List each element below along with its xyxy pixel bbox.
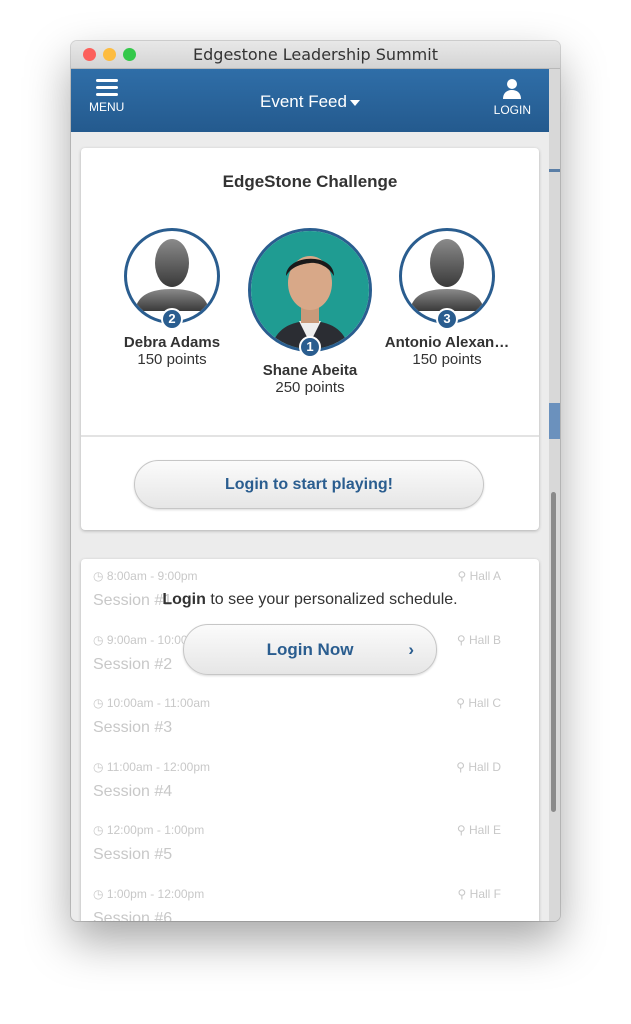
divider [81,435,539,437]
scrollbar[interactable] [551,492,556,812]
avatar: 1 [248,228,372,358]
login-now-label: Login Now [266,640,354,659]
location-pin-icon: ⚲ [456,823,466,837]
session-time: 11:00am - 12:00pm [106,759,210,774]
clock-icon: ◷ [93,886,104,901]
session-time: 10:00am - 11:00am [106,696,210,710]
session-hall: Hall F [469,886,501,901]
location-pin-icon: ⚲ [456,759,465,774]
session-hall: Hall B [468,632,501,647]
session-hall: Hall C [468,696,501,710]
player-points: 150 points [412,351,482,368]
clock-icon: ◷ [93,759,104,774]
feed-label: Event Feed [260,92,347,111]
clock-icon: ◷ [93,632,104,647]
session-time: 1:00pm - 12:00pm [106,886,205,901]
title-bar: Edgestone Leadership Summit [71,41,560,69]
zoom-window-button[interactable] [123,48,136,61]
session-hall: Hall E [468,823,501,837]
challenge-card: EdgeStone Challenge 2 Debra Adams 150 po… [81,148,539,530]
caret-down-icon [349,99,360,106]
leaderboard-player-2[interactable]: 2 Debra Adams 150 points [97,228,247,368]
login-label: LOGIN [493,103,531,117]
session-name: Session #6 [93,909,173,922]
minimize-window-button[interactable] [103,48,116,61]
player-name: Shane Abeita [262,362,358,379]
session-name: Session #4 [93,782,173,800]
player-points: 150 points [137,351,207,368]
login-prompt-text: to see your personalized schedule. [205,591,458,608]
app-header: MENU Event Feed LOGIN [71,69,549,132]
close-window-button[interactable] [83,48,96,61]
user-photo [271,256,349,349]
login-prompt-bold: Login [162,591,206,608]
location-pin-icon: ⚲ [456,696,465,710]
session-item[interactable]: ◷ 10:00am - 11:00am ⚲ Hall C Session #3 [93,696,527,737]
location-pin-icon: ⚲ [456,632,466,647]
player-points: 250 points [275,379,345,396]
session-hall: Hall A [469,569,501,583]
session-item[interactable]: ◷ 11:00am - 12:00pm ⚲ Hall D Session #4 [93,760,527,801]
rank-badge: 1 [299,336,321,358]
event-feed-dropdown[interactable]: Event Feed [71,92,549,112]
rank-badge: 3 [436,308,458,330]
clock-icon: ◷ [93,569,104,583]
rank-badge: 2 [161,308,183,330]
session-time: 12:00pm - 1:00pm [106,823,205,837]
session-time: 8:00am - 9:00pm [106,569,198,583]
app-window: Edgestone Leadership Summit MENU Event F… [71,41,560,921]
login-prompt: Login to see your personalized schedule. [81,591,539,609]
player-name: Antonio Alexan… [384,334,510,351]
avatar: 2 [124,228,220,330]
clock-icon: ◷ [93,823,104,837]
window-title: Edgestone Leadership Summit [193,45,438,64]
avatar: 3 [399,228,495,330]
player-name: Debra Adams [123,334,221,351]
leaderboard-player-1[interactable]: 1 Shane Abeita 250 points [235,228,385,396]
login-now-button[interactable]: Login Now › [183,624,437,675]
session-item[interactable]: ◷ 12:00pm - 1:00pm ⚲ Hall E Session #5 [93,823,527,864]
schedule-card: ◷ 8:00am - 9:00pm ⚲ Hall A Session #1 ◷ 9:0… [81,559,539,921]
session-hall: Hall D [468,759,501,774]
location-pin-icon: ⚲ [457,569,467,583]
leaderboard-player-3[interactable]: 3 Antonio Alexan… 150 points [372,228,522,368]
chevron-right-icon: › [408,640,414,659]
login-button[interactable]: LOGIN [494,78,531,117]
user-icon [503,79,522,99]
clock-icon: ◷ [93,696,104,710]
location-pin-icon: ⚲ [457,886,467,901]
session-name: Session #3 [93,719,173,736]
challenge-title: EdgeStone Challenge [222,172,398,191]
login-to-play-button[interactable]: Login to start playing! [134,460,484,509]
session-name: Session #5 [93,846,173,863]
session-item[interactable]: ◷ 1:00pm - 12:00pm ⚲ Hall F Session #6 [93,887,527,922]
